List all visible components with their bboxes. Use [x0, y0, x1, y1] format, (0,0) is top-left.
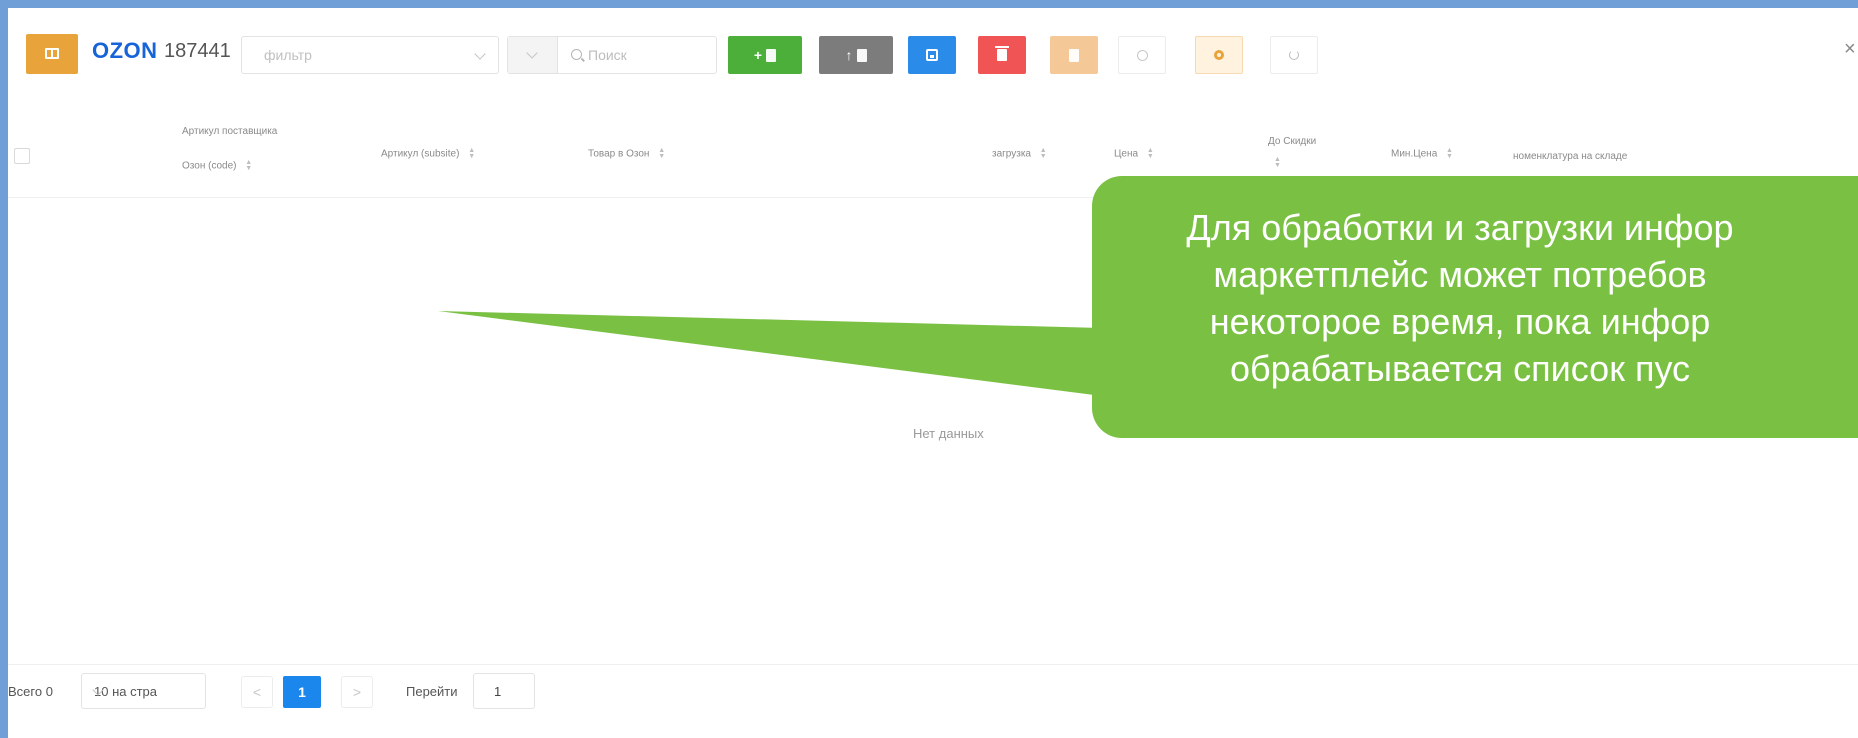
instruction-callout: Для обработки и загрузки инфор маркетпле…: [1092, 176, 1858, 438]
callout-text: Для обработки и загрузки инфор маркетпле…: [1186, 207, 1734, 389]
